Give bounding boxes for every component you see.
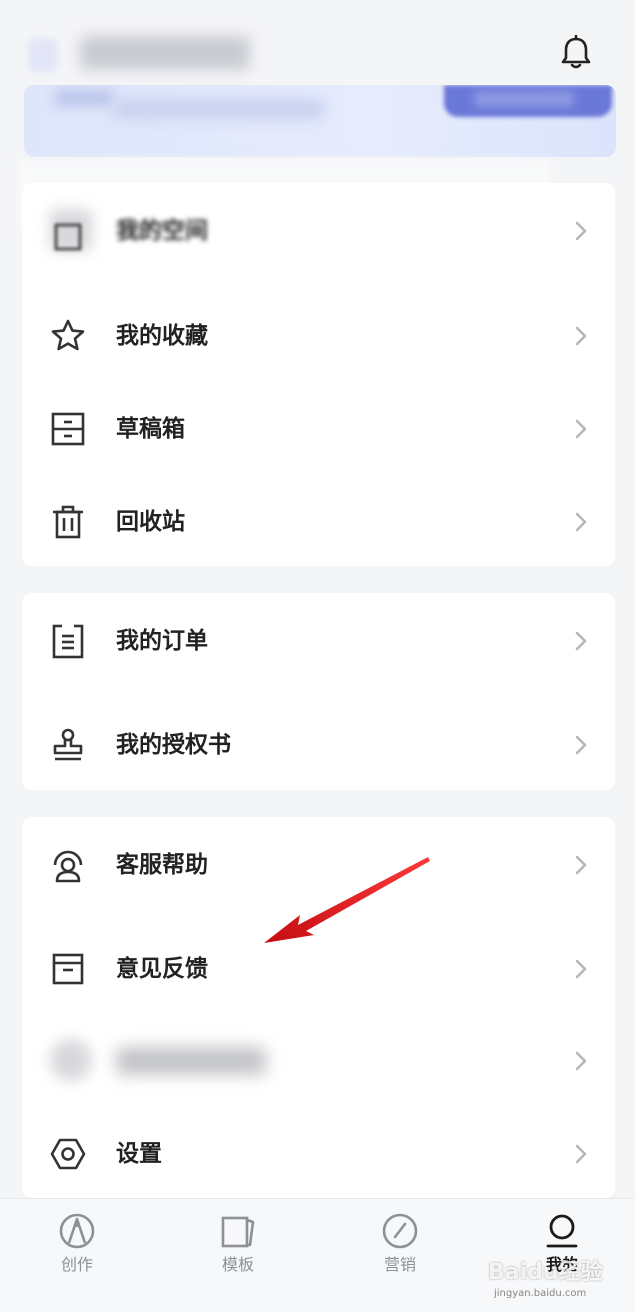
star-icon	[51, 319, 85, 351]
avatar[interactable]	[28, 38, 58, 72]
menu-item-recycle-bin[interactable]: 回收站	[22, 476, 615, 568]
tab-templates[interactable]: 模板	[183, 1211, 293, 1281]
menu-item-my-favorites[interactable]: 我的收藏	[22, 290, 615, 382]
menu-item-label: 我的空间	[116, 218, 208, 244]
blurred-icon	[50, 1039, 92, 1081]
create-icon	[59, 1213, 95, 1249]
profile-header	[0, 0, 635, 230]
menu-item-my-authorization[interactable]: 我的授权书	[22, 699, 615, 791]
tab-label: 模板	[221, 1255, 254, 1274]
menu-item-my-orders[interactable]: 我的订单	[22, 595, 615, 687]
drafts-icon	[51, 412, 85, 446]
menu-item-label: 客服帮助	[116, 852, 208, 878]
annotation-arrow	[264, 857, 430, 943]
chevron-right-icon	[575, 1144, 587, 1164]
vip-banner-button[interactable]	[444, 85, 612, 117]
chevron-right-icon	[575, 631, 587, 651]
template-icon	[221, 1216, 255, 1248]
blurred-label	[116, 1047, 266, 1075]
tab-label: 创作	[60, 1255, 93, 1274]
bell-icon[interactable]	[558, 34, 594, 70]
menu-item-settings[interactable]: 设置	[22, 1108, 615, 1200]
menu-item-my-space[interactable]: 我的空间	[22, 185, 615, 277]
profile-icon	[546, 1214, 578, 1248]
order-icon	[52, 624, 84, 659]
menu-item-label: 我的授权书	[116, 732, 231, 758]
chevron-right-icon	[575, 735, 587, 755]
watermark-logo: Baidu经验	[488, 1260, 603, 1285]
space-icon	[54, 223, 82, 251]
menu-item-label: 回收站	[116, 509, 185, 535]
support-icon	[53, 850, 83, 883]
tab-marketing[interactable]: 营销	[345, 1211, 455, 1281]
user-name	[80, 36, 250, 70]
watermark-url: jingyan.baidu.com	[494, 1288, 587, 1299]
vip-banner[interactable]	[24, 85, 616, 157]
chevron-right-icon	[575, 419, 587, 439]
menu-item-label: 意见反馈	[116, 956, 208, 982]
chevron-right-icon	[575, 855, 587, 875]
chevron-right-icon	[575, 512, 587, 532]
menu-item-label: 我的收藏	[116, 323, 208, 349]
chevron-right-icon	[575, 221, 587, 241]
trash-icon	[53, 505, 83, 539]
settings-icon	[50, 1138, 86, 1170]
chevron-right-icon	[575, 959, 587, 979]
tab-label: 营销	[383, 1255, 416, 1274]
feedback-icon	[52, 953, 84, 985]
marketing-icon	[382, 1213, 418, 1249]
chevron-right-icon	[575, 1051, 587, 1071]
chevron-right-icon	[575, 326, 587, 346]
watermark: Baidu经验 jingyan.baidu.com	[488, 1254, 628, 1304]
menu-item-blurred[interactable]	[22, 1015, 615, 1107]
stamp-icon	[53, 728, 83, 761]
menu-card-orders: 我的订单 我的授权书	[22, 593, 615, 790]
tab-create[interactable]: 创作	[22, 1211, 132, 1281]
menu-card-content: 我的空间 我的收藏 草稿箱 回收站	[22, 183, 615, 566]
menu-item-label: 我的订单	[116, 628, 208, 654]
menu-item-label: 设置	[116, 1141, 162, 1167]
menu-item-label: 草稿箱	[116, 416, 185, 442]
menu-item-drafts[interactable]: 草稿箱	[22, 383, 615, 475]
